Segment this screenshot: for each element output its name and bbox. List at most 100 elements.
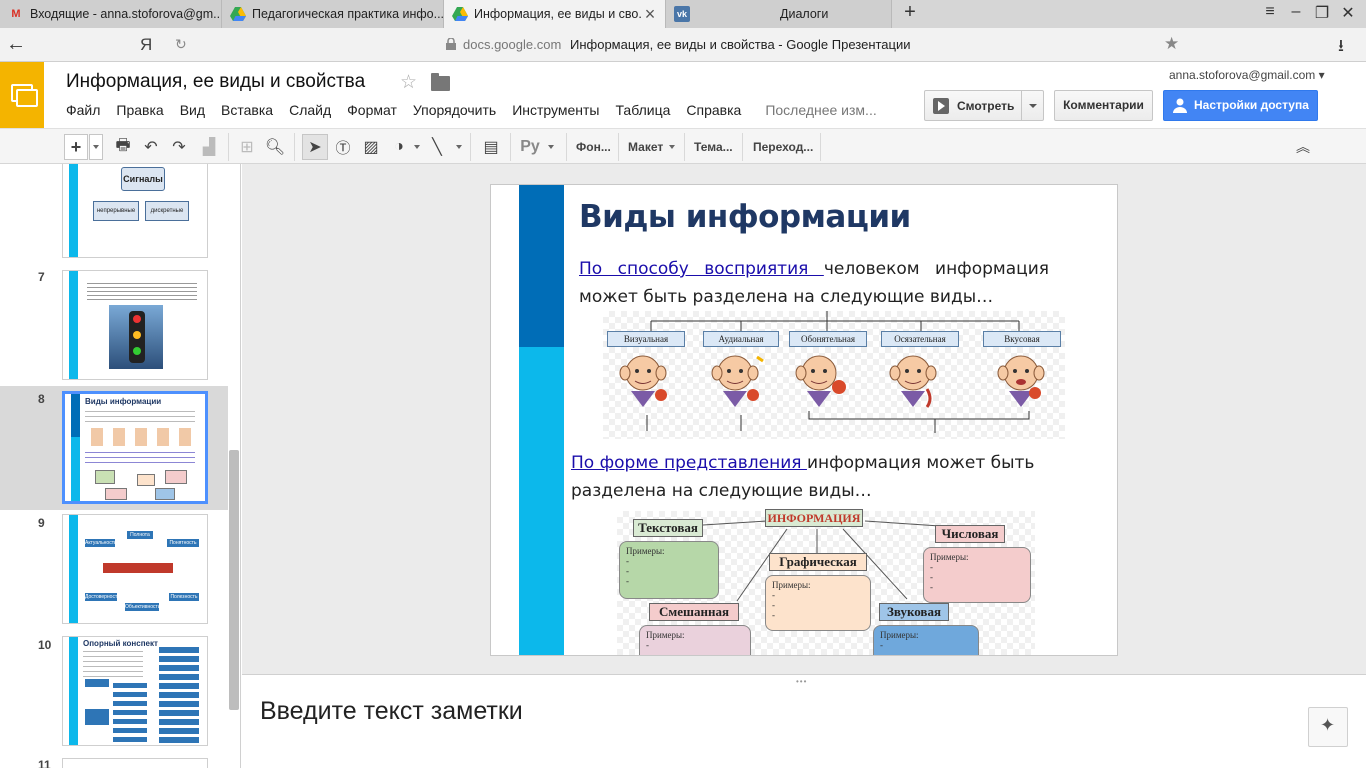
paint-format-icon[interactable]: ▟ bbox=[198, 134, 220, 160]
shape-dropdown-icon[interactable] bbox=[414, 145, 420, 149]
filmstrip-scrollbar[interactable] bbox=[229, 450, 239, 710]
url-page-title[interactable]: Информация, ее виды и свойства - Google … bbox=[570, 37, 911, 52]
layout-button[interactable]: Макет bbox=[628, 134, 663, 160]
present-dropdown[interactable] bbox=[1021, 91, 1043, 120]
form-mixed-label: Смешанная bbox=[649, 603, 739, 621]
slide-title[interactable]: Виды информации bbox=[579, 199, 911, 235]
bookmark-star-icon[interactable]: ★ bbox=[1164, 34, 1179, 54]
menu-format[interactable]: Формат bbox=[339, 100, 405, 120]
reload-icon[interactable]: ↻ bbox=[175, 36, 187, 53]
select-cursor-icon[interactable]: ➤ bbox=[302, 134, 328, 160]
select-fit-icon[interactable]: ⊞ bbox=[236, 134, 258, 160]
thumb-title: Виды информации bbox=[85, 397, 162, 406]
url-domain[interactable]: docs.google.com bbox=[463, 37, 561, 52]
drive-icon bbox=[452, 6, 468, 22]
paragraph-perception[interactable]: По способу восприятия человеком информац… bbox=[579, 255, 1049, 311]
document-title[interactable]: Информация, ее виды и свойства bbox=[66, 71, 365, 93]
filmstrip-slot-6[interactable]: Сигналы непрерывные дискретные bbox=[0, 164, 228, 264]
filmstrip-slot-7[interactable]: 7 bbox=[0, 264, 228, 386]
back-arrow-icon[interactable]: ← bbox=[6, 33, 26, 56]
slide-thumbnail[interactable] bbox=[62, 270, 208, 380]
input-tools-dropdown-icon[interactable] bbox=[548, 145, 554, 149]
line-icon[interactable]: ╲ bbox=[426, 134, 448, 160]
shape-icon[interactable]: ◑ bbox=[388, 134, 410, 160]
slide-thumbnail-selected[interactable]: Виды информации bbox=[62, 391, 208, 504]
slide-canvas: Виды информации По способу восприятия че… bbox=[242, 164, 1366, 674]
share-button[interactable]: Настройки доступа bbox=[1163, 90, 1318, 121]
comment-icon[interactable]: ▤ bbox=[480, 134, 502, 160]
present-button[interactable]: Смотреть bbox=[924, 90, 1044, 121]
menu-file[interactable]: Файл bbox=[58, 100, 108, 120]
comments-button[interactable]: Комментарии bbox=[1054, 90, 1153, 121]
resize-handle[interactable]: ••• bbox=[796, 677, 807, 686]
link-perception[interactable]: По способу восприятия bbox=[579, 259, 824, 279]
new-slide-button[interactable]: + bbox=[64, 134, 88, 160]
transition-button[interactable]: Переход... bbox=[753, 134, 813, 160]
filmstrip-slot-11[interactable]: 11 bbox=[0, 754, 228, 768]
restore-icon[interactable]: ❐ bbox=[1310, 3, 1334, 23]
slide-thumbnail[interactable] bbox=[62, 758, 208, 768]
slide-thumbnail[interactable]: Опорный конспект bbox=[62, 636, 208, 746]
address-bar: ← Я ↻ docs.google.com Информация, ее вид… bbox=[0, 28, 1366, 62]
download-icon[interactable]: ⭳ bbox=[1338, 33, 1344, 62]
redo-icon[interactable]: ↷ bbox=[168, 134, 190, 160]
thumb-label: Достоверность bbox=[85, 593, 120, 601]
new-slide-dropdown[interactable] bbox=[89, 134, 103, 160]
minimize-icon[interactable]: – bbox=[1284, 3, 1308, 21]
menu-tools[interactable]: Инструменты bbox=[504, 100, 607, 120]
yandex-button[interactable]: Я bbox=[140, 35, 152, 55]
notes-input[interactable]: Введите текст заметки bbox=[260, 697, 523, 726]
menu-help[interactable]: Справка bbox=[678, 100, 749, 120]
star-icon[interactable]: ☆ bbox=[400, 71, 417, 94]
drive-icon bbox=[230, 6, 246, 22]
image-icon[interactable]: ▨ bbox=[360, 134, 382, 160]
print-icon[interactable]: 🖶 bbox=[112, 134, 134, 160]
undo-icon[interactable]: ↶ bbox=[140, 134, 162, 160]
theme-button[interactable]: Тема... bbox=[694, 134, 733, 160]
link-representation[interactable]: По форме представления bbox=[571, 453, 807, 473]
perception-box: Визуальная bbox=[607, 331, 685, 347]
collapse-chevron-icon[interactable]: ︽ bbox=[1292, 134, 1314, 160]
filmstrip-slot-9[interactable]: 9 Полнота Актуальность Понятность Достов… bbox=[0, 510, 228, 632]
menu-edit[interactable]: Правка bbox=[108, 100, 171, 120]
slide-number: 7 bbox=[38, 270, 45, 284]
slide-thumbnail[interactable]: Сигналы непрерывные дискретные bbox=[62, 164, 208, 258]
thumb-label: Полезность bbox=[169, 593, 199, 601]
menu-slide[interactable]: Слайд bbox=[281, 100, 339, 120]
last-edit-link[interactable]: Последнее изм... bbox=[757, 100, 884, 120]
thumb-label: непрерывные bbox=[93, 201, 139, 221]
account-email[interactable]: anna.stoforova@gmail.com ▾ bbox=[1169, 68, 1325, 82]
face-icon bbox=[795, 355, 846, 407]
slides-logo-icon[interactable] bbox=[0, 62, 44, 128]
menu-arrange[interactable]: Упорядочить bbox=[405, 100, 504, 120]
tab-presentation[interactable]: Информация, ее виды и сво... × bbox=[444, 0, 666, 28]
close-tab-icon[interactable]: × bbox=[641, 4, 659, 25]
zoom-icon[interactable]: 🔍︎ bbox=[264, 134, 286, 160]
thumb-label: Понятность bbox=[167, 539, 199, 547]
background-button[interactable]: Фон... bbox=[576, 134, 611, 160]
menu-insert[interactable]: Вставка bbox=[213, 100, 281, 120]
tab-gmail[interactable]: M Входящие - anna.stoforova@gm... bbox=[0, 0, 222, 28]
input-tools-button[interactable]: Ру bbox=[518, 134, 542, 160]
explore-icon[interactable] bbox=[1308, 707, 1348, 747]
menu-view[interactable]: Вид bbox=[172, 100, 213, 120]
slide-thumbnail[interactable]: Полнота Актуальность Понятность Достовер… bbox=[62, 514, 208, 624]
slide-8[interactable]: Виды информации По способу восприятия че… bbox=[490, 184, 1118, 656]
line-dropdown-icon[interactable] bbox=[456, 145, 462, 149]
layout-dropdown-icon[interactable] bbox=[669, 145, 675, 149]
docs-header: Информация, ее виды и свойства ☆ Файл Пр… bbox=[0, 62, 1366, 128]
filmstrip-slot-10[interactable]: 10 Опорный конспект bbox=[0, 632, 228, 754]
folder-icon[interactable] bbox=[431, 73, 450, 91]
new-tab-button[interactable]: + bbox=[898, 1, 922, 24]
menu-table[interactable]: Таблица bbox=[608, 100, 679, 120]
perception-diagram: Визуальная Аудиальная Обонятельная Осяза… bbox=[603, 311, 1065, 439]
thumb-label: Полнота bbox=[127, 531, 153, 539]
account-email-text: anna.stoforova@gmail.com bbox=[1169, 68, 1316, 82]
paragraph-representation[interactable]: По форме представления информация может … bbox=[571, 449, 1091, 505]
tab-drive-practice[interactable]: Педагогическая практика инфо... bbox=[222, 0, 444, 28]
menu-icon[interactable]: ≡ bbox=[1258, 3, 1282, 21]
filmstrip-slot-8[interactable]: 8 Виды информации bbox=[0, 386, 228, 510]
textbox-icon[interactable]: Ⓣ bbox=[332, 134, 354, 160]
tab-vk[interactable]: vk Диалоги bbox=[666, 0, 892, 28]
close-window-icon[interactable]: ✕ bbox=[1336, 3, 1360, 23]
